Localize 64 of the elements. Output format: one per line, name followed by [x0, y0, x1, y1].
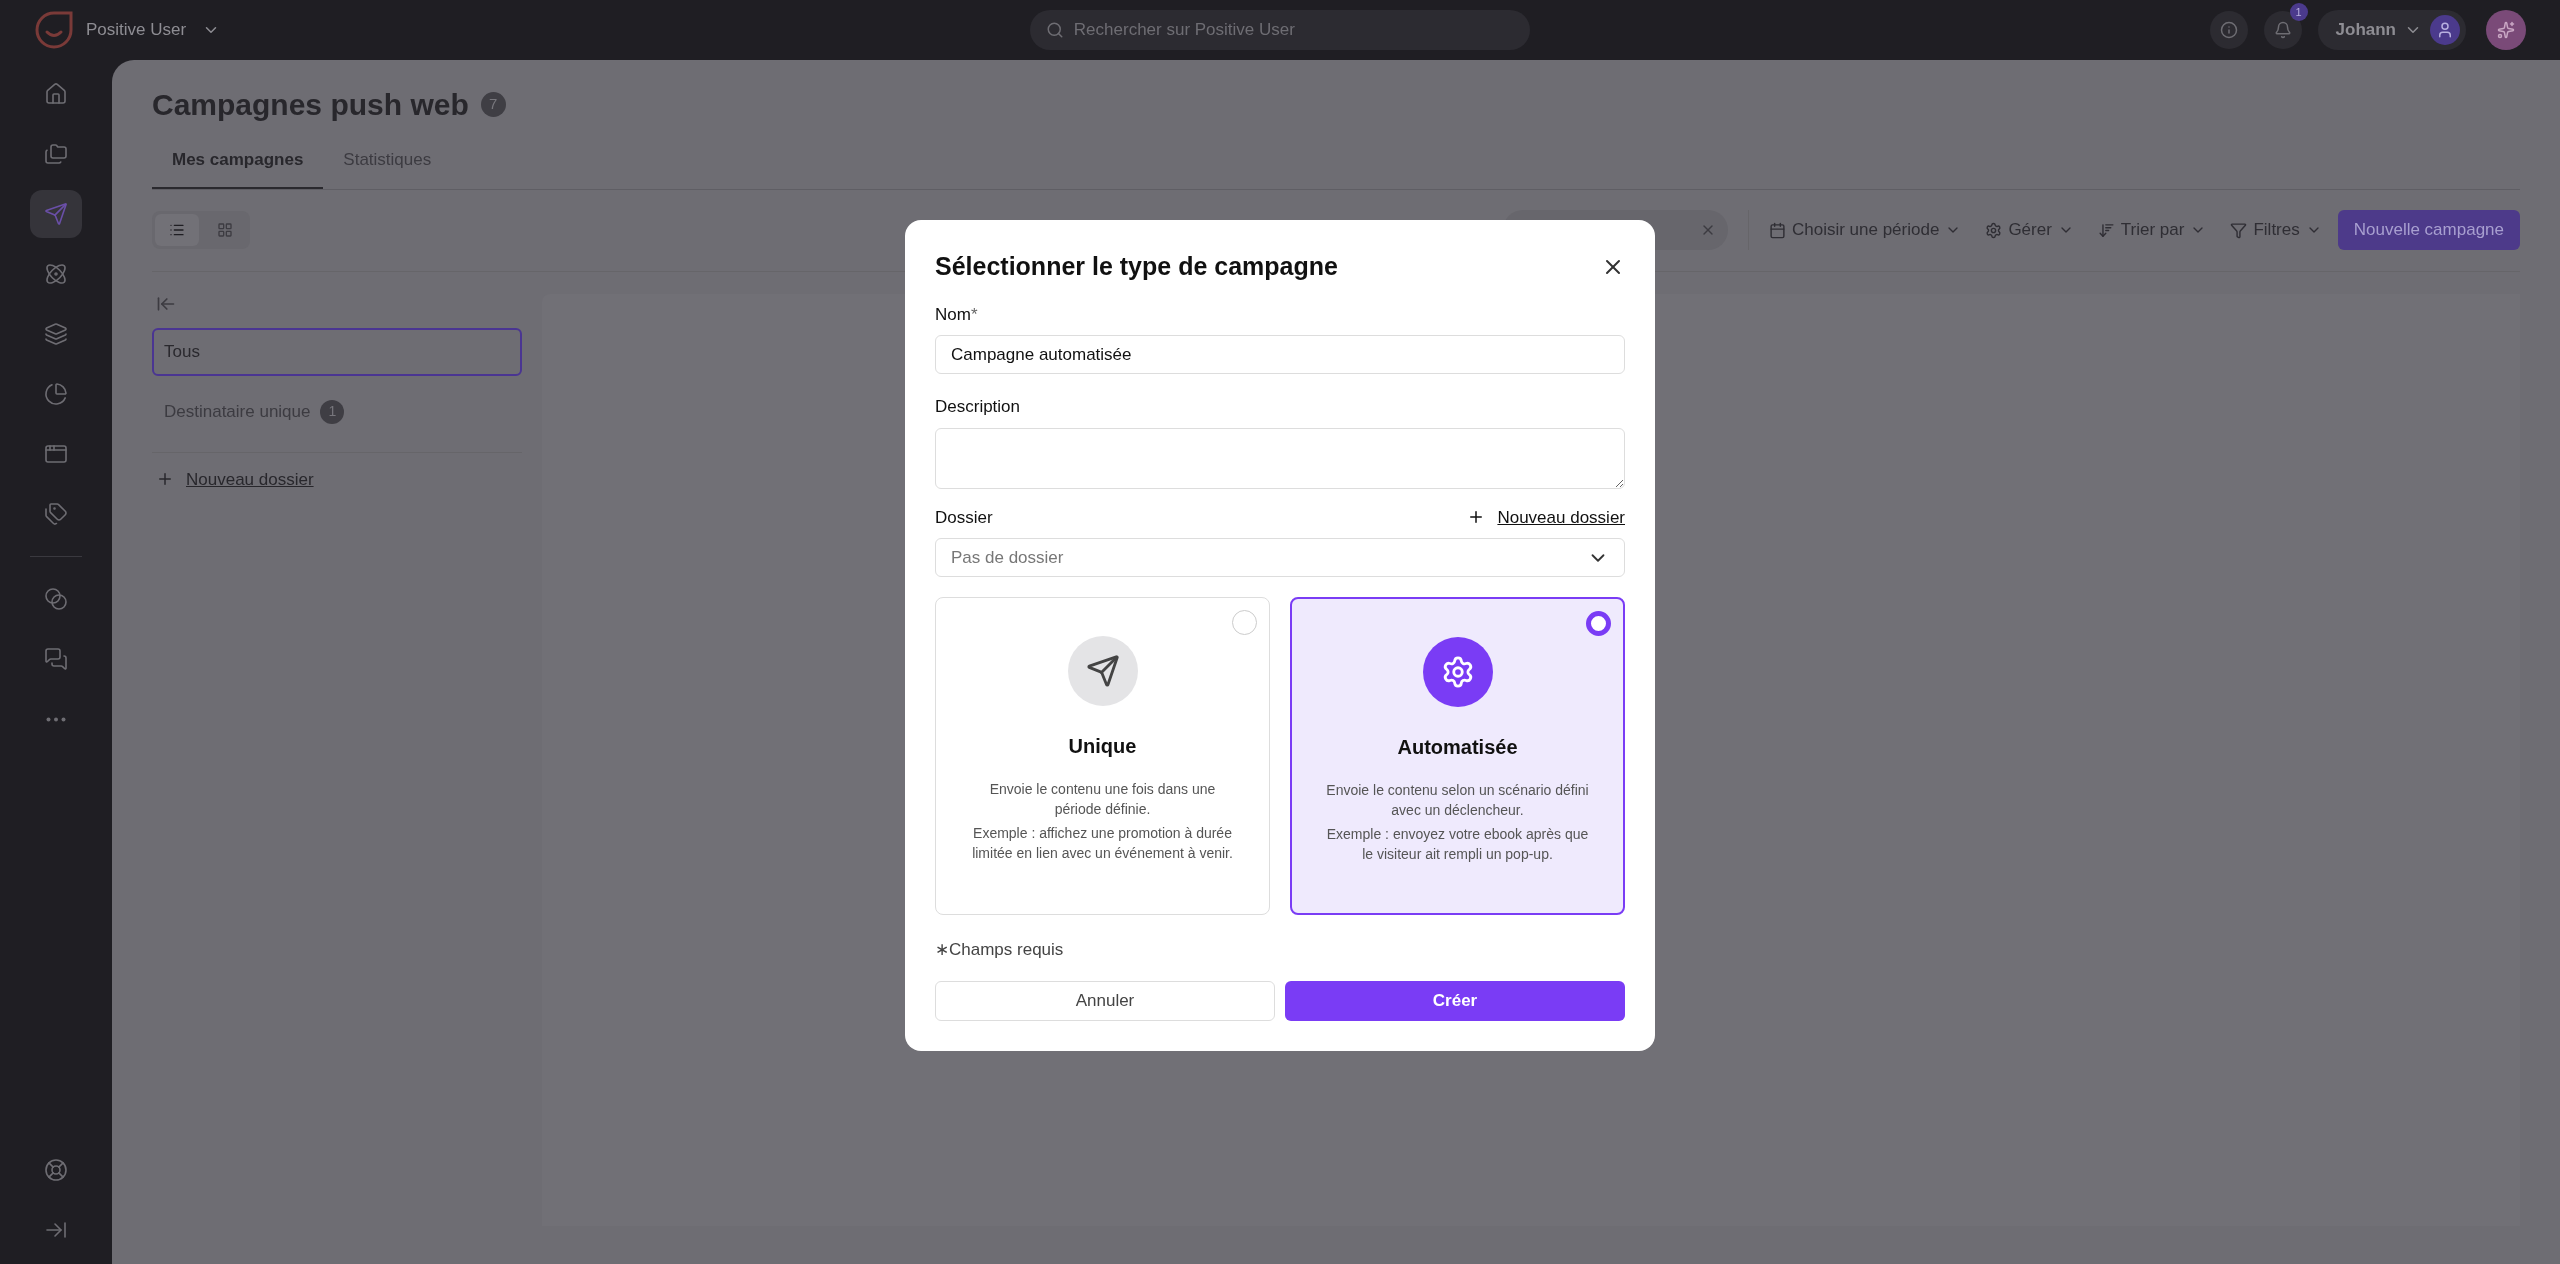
calendar-icon [1768, 221, 1786, 239]
card-example: Exemple : affichez une promotion à durée limitée en lien avec un événement à venir. [971, 824, 1234, 863]
toolbar-dropdown[interactable]: Choisir une période [1768, 217, 1962, 243]
field-label: Nom* [935, 304, 978, 324]
card-description: Envoie le contenu selon un scénario défini avec un déclencheur. [1325, 781, 1590, 820]
avatar [2430, 15, 2460, 45]
layers-icon [44, 322, 68, 346]
lifebuoy-icon [44, 1158, 68, 1182]
grid-icon [217, 222, 233, 238]
tags-icon [44, 502, 68, 526]
info-button[interactable] [2209, 11, 2248, 49]
sidebar-item[interactable] [30, 190, 82, 238]
chat-bubbles-icon [44, 647, 68, 671]
search-icon [1045, 21, 1064, 39]
notification-badge: 1 [2289, 3, 2308, 21]
assistant-button[interactable] [2486, 10, 2526, 50]
field-label: Description [935, 396, 1022, 418]
workspace-switcher[interactable]: Positive User [86, 17, 221, 43]
card-title: Automatisée [1397, 735, 1518, 760]
search-field[interactable]: Rechercher sur Positive User [1029, 10, 1530, 50]
circles-icon [44, 587, 68, 611]
field-label: Dossier [935, 506, 993, 529]
create-button[interactable]: Créer [1285, 980, 1625, 1021]
tab[interactable]: Mes campagnes [152, 147, 324, 189]
cancel-button[interactable]: Annuler [935, 980, 1275, 1021]
window-icon [44, 442, 68, 466]
toolbar-dropdown[interactable]: Gérer [1985, 217, 2074, 243]
card-title: Unique [1068, 734, 1137, 759]
campaign-type-card[interactable]: Automatisée Envoie le contenu selon un scénario défini avec un déclencheur. Exemple : envoyez votre ebook après que le visiteur ait rempli un pop-up. [1290, 597, 1625, 915]
house-icon [44, 82, 68, 106]
send-icon [44, 202, 68, 226]
folders-icon [44, 142, 68, 166]
name-field[interactable]: Campagne automatisée [935, 335, 1625, 374]
description-field[interactable] [935, 427, 1625, 489]
new-folder-link[interactable]: Nouveau dossier [1497, 504, 1625, 530]
radio-button[interactable] [1586, 611, 1611, 636]
toolbar-dropdown[interactable]: Filtres [2230, 217, 2322, 243]
filter-icon [2230, 221, 2248, 239]
folder-select[interactable]: Pas de dossier [935, 538, 1625, 577]
list-icon [169, 222, 185, 238]
campaign-type-card[interactable]: Unique Envoie le contenu une fois dans une période définie. Exemple : affichez une promotion à durée limitée en lien avec un événement à venir. [935, 597, 1270, 915]
pie-chart-icon [44, 382, 68, 406]
folder-item[interactable]: Tous [152, 327, 522, 376]
new-campaign-button[interactable]: Nouvelle campagne [2337, 210, 2520, 250]
required-note: ∗Champs requis [935, 939, 1065, 961]
sort-icon [2097, 221, 2115, 239]
more-icon [46, 716, 66, 722]
send-icon [1085, 654, 1120, 688]
settings-icon [1985, 221, 2003, 239]
logo-icon [34, 10, 74, 50]
page-title: Campagnes push web [152, 87, 469, 123]
sparkles-icon [2497, 21, 2515, 39]
card-example: Exemple : envoyez votre ebook après que le visiteur ait rempli un pop-up. [1325, 825, 1590, 864]
count-badge: 1 [320, 399, 345, 424]
new-folder-link[interactable]: Nouveau dossier [186, 466, 314, 492]
list-view-button[interactable] [155, 214, 199, 246]
dialog-title: Sélectionner le type de campagne [935, 251, 1338, 282]
count-badge: 7 [480, 92, 506, 117]
card-description: Envoie le contenu une fois dans une période définie. [988, 780, 1217, 819]
user-menu[interactable]: Johann [2317, 10, 2466, 50]
atom-icon [44, 262, 68, 286]
toolbar-dropdown[interactable]: Trier par [2097, 217, 2207, 243]
info-icon [2219, 21, 2238, 39]
bell-icon [2273, 21, 2292, 39]
